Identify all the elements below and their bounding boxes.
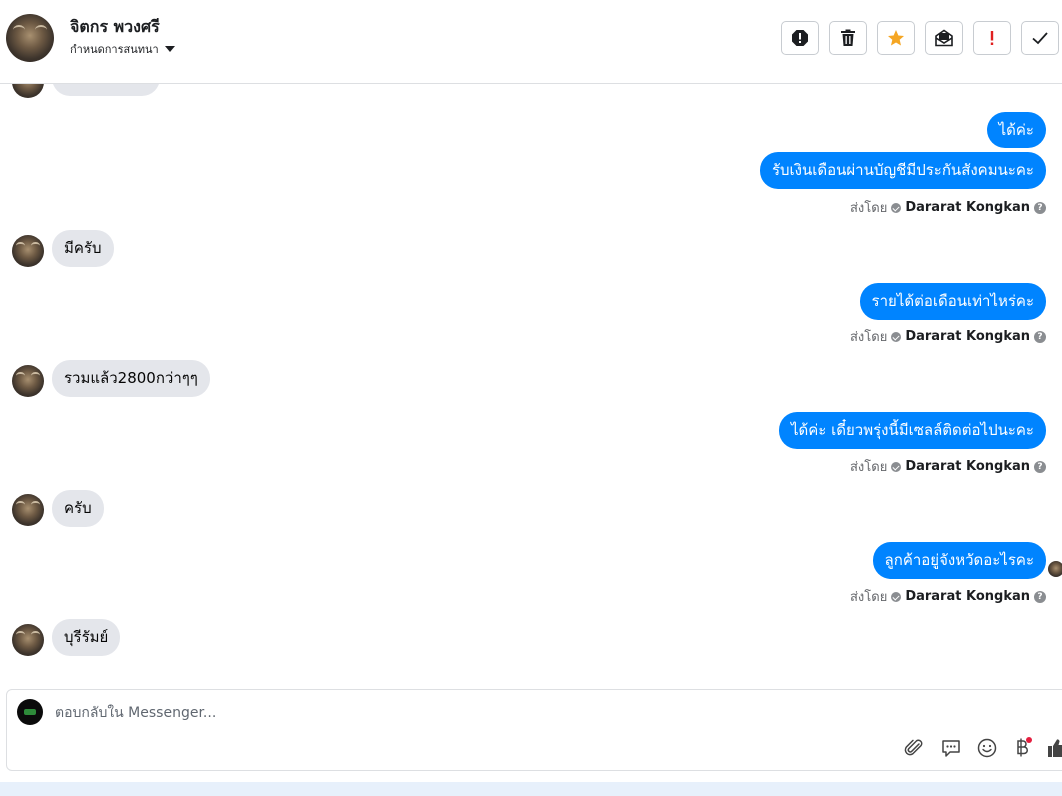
emoji-icon (977, 738, 997, 758)
sent-by-label: ส่งโดย (849, 460, 888, 475)
conversation-status-label: กำหนดการสนทนา (70, 43, 159, 56)
mark-unread-icon (935, 29, 953, 47)
verified-icon (891, 591, 902, 602)
important-icon (990, 31, 994, 45)
contact-message-avatar (12, 365, 44, 397)
contact-message-avatar (12, 494, 44, 526)
saved-reply-icon (942, 740, 960, 757)
contact-message-avatar (12, 624, 44, 656)
incoming-message-bubble: รวมแล้ว2800กว่าๆๆ (52, 360, 210, 397)
attachment-icon (904, 739, 923, 756)
mark-done-button[interactable] (1021, 21, 1059, 55)
help-icon[interactable]: ? (1034, 460, 1046, 473)
bottom-bar (0, 782, 1062, 796)
saved-reply-button[interactable] (940, 737, 962, 759)
conversation-status-dropdown[interactable]: กำหนดการสนทนา (70, 40, 175, 58)
outgoing-message-bubble: ได้ค่ะ เดี๋ยวพรุ่งนี้มีเซลล์ติดต่อไปนะคะ (778, 412, 1046, 449)
outgoing-message-bubble: รับเงินเดือนผ่านบัญชีมีประกันสังคมนะคะ (759, 152, 1046, 189)
incoming-message-bubble: มีครับ (52, 230, 114, 267)
star-icon (888, 30, 904, 46)
contact-message-avatar (12, 235, 44, 267)
help-icon[interactable]: ? (1034, 201, 1046, 214)
contact-name[interactable]: จิตกร พวงศรี (70, 15, 160, 40)
outgoing-message-bubble: รายได้ต่อเดือนเท่าไหร่คะ (859, 283, 1046, 320)
star-button[interactable] (877, 21, 915, 55)
thumbs-up-button[interactable] (1046, 737, 1062, 759)
seen-receipt-avatar (1048, 561, 1062, 577)
baht-icon (1017, 737, 1032, 757)
agent-name[interactable]: Dararat Kongkan (905, 459, 1030, 474)
verified-icon (891, 202, 902, 213)
payment-button[interactable] (1011, 737, 1033, 759)
outgoing-message-bubble: ได้ค่ะ (986, 112, 1046, 148)
sent-by-line: ส่งโดย Dararat Kongkan ? (850, 456, 1046, 477)
spam-icon (792, 30, 808, 46)
conversation-header: จิตกร พวงศรี กำหนดการสนทนา (0, 0, 1062, 84)
sent-by-label: ส่งโดย (849, 330, 888, 345)
incoming-message-bubble: ครับ (52, 490, 104, 527)
caret-down-icon (164, 46, 175, 52)
mark-unread-button[interactable] (925, 21, 963, 55)
verified-icon (891, 331, 902, 342)
contact-avatar[interactable] (6, 14, 54, 62)
reply-input[interactable] (55, 702, 855, 724)
sent-by-line: ส่งโดย Dararat Kongkan ? (850, 586, 1046, 607)
checkmark-icon (1032, 32, 1048, 45)
trash-icon (841, 29, 855, 46)
thumbs-up-icon (1048, 739, 1062, 757)
emoji-button[interactable] (976, 737, 998, 759)
page-avatar (17, 699, 43, 725)
attachment-button[interactable] (903, 737, 925, 759)
reply-composer (6, 689, 1062, 771)
delete-button[interactable] (829, 21, 867, 55)
agent-name[interactable]: Dararat Kongkan (905, 329, 1030, 344)
sent-by-line: ส่งโดย Dararat Kongkan ? (850, 326, 1046, 347)
help-icon[interactable]: ? (1034, 590, 1046, 603)
help-icon[interactable]: ? (1034, 330, 1046, 343)
mark-important-button[interactable] (973, 21, 1011, 55)
mark-spam-button[interactable] (781, 21, 819, 55)
agent-name[interactable]: Dararat Kongkan (905, 200, 1030, 215)
incoming-message-bubble: บุรีรัมย์ (52, 619, 121, 656)
sent-by-label: ส่งโดย (849, 590, 888, 605)
verified-icon (891, 461, 902, 472)
sent-by-label: ส่งโดย (849, 201, 888, 216)
outgoing-message-bubble: ลูกค้าอยู่จังหวัดอะไรคะ (872, 542, 1046, 579)
agent-name[interactable]: Dararat Kongkan (905, 589, 1030, 604)
sent-by-line: ส่งโดย Dararat Kongkan ? (850, 197, 1046, 218)
